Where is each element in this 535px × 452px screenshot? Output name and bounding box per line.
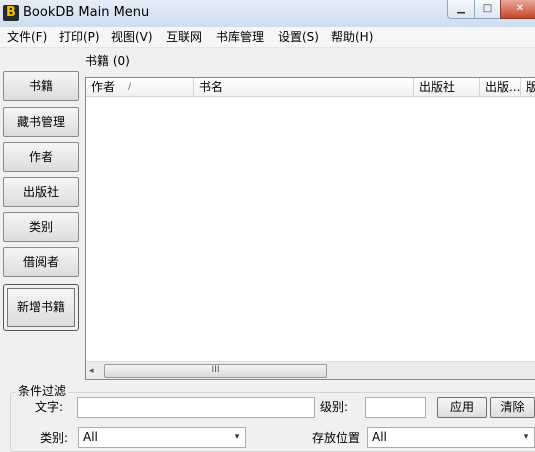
category-label: 类别: <box>40 431 69 445</box>
column-edition[interactable]: 版 <box>521 78 535 97</box>
menu-settings[interactable]: 设置(S) <box>278 30 319 45</box>
column-author-label: 作者 <box>91 80 116 94</box>
sidebar-item-categories[interactable]: 类别 <box>3 212 79 242</box>
column-publish-date[interactable]: 出版... <box>480 78 521 97</box>
app-icon: B <box>3 5 19 21</box>
apply-button[interactable]: 应用 <box>437 397 487 418</box>
sidebar-item-publishers[interactable]: 出版社 <box>3 177 79 207</box>
menu-library[interactable]: 书库管理 <box>216 30 264 45</box>
clear-button[interactable]: 清除 <box>490 397 535 418</box>
sidebar-item-authors[interactable]: 作者 <box>3 142 79 172</box>
menu-bar: 文件(F) 打印(P) 视图(V) 互联网 书库管理 设置(S) 帮助(H) <box>0 27 535 48</box>
scroll-left-icon[interactable]: ◂ <box>89 366 97 376</box>
books-count-label: 书籍 (0) <box>85 54 130 68</box>
menu-internet[interactable]: 互联网 <box>166 30 202 45</box>
menu-view[interactable]: 视图(V) <box>111 30 153 45</box>
menu-file[interactable]: 文件(F) <box>7 30 47 45</box>
sidebar-item-books[interactable]: 书籍 <box>3 71 79 101</box>
level-label: 级别: <box>320 400 349 414</box>
column-title[interactable]: 书名 <box>194 78 414 97</box>
horizontal-scrollbar[interactable]: ◂ III <box>86 361 535 379</box>
column-author[interactable]: 作者 / <box>86 78 194 97</box>
location-select[interactable]: All ▾ <box>367 427 535 448</box>
sidebar-item-collection[interactable]: 藏书管理 <box>3 107 79 137</box>
level-input[interactable] <box>365 397 426 418</box>
menu-help[interactable]: 帮助(H) <box>331 30 373 45</box>
column-publisher[interactable]: 出版社 <box>414 78 480 97</box>
add-book-frame: 新增书籍 <box>3 284 79 331</box>
category-select[interactable]: All ▾ <box>78 427 246 448</box>
sidebar-item-borrowers[interactable]: 借阅者 <box>3 247 79 277</box>
sort-indicator-icon: / <box>128 82 132 92</box>
window-title: BookDB Main Menu <box>23 5 150 20</box>
scroll-thumb[interactable]: III <box>104 364 327 378</box>
minimize-button[interactable]: ▁ <box>447 0 475 19</box>
location-value: All <box>372 430 387 444</box>
chevron-down-icon[interactable]: ▾ <box>229 428 245 447</box>
text-label: 文字: <box>35 400 64 414</box>
books-list[interactable]: 作者 / 书名 出版社 出版... 版 ◂ III <box>85 77 535 380</box>
chevron-down-icon[interactable]: ▾ <box>518 428 534 447</box>
location-label: 存放位置 <box>312 431 361 445</box>
close-button[interactable]: ✕ <box>500 0 535 19</box>
filter-legend: 条件过滤 <box>16 384 69 399</box>
menu-print[interactable]: 打印(P) <box>59 30 100 45</box>
add-book-button[interactable]: 新增书籍 <box>7 288 75 327</box>
maximize-button[interactable]: □ <box>474 0 501 19</box>
category-value: All <box>83 430 98 444</box>
text-filter-input[interactable] <box>77 397 315 418</box>
